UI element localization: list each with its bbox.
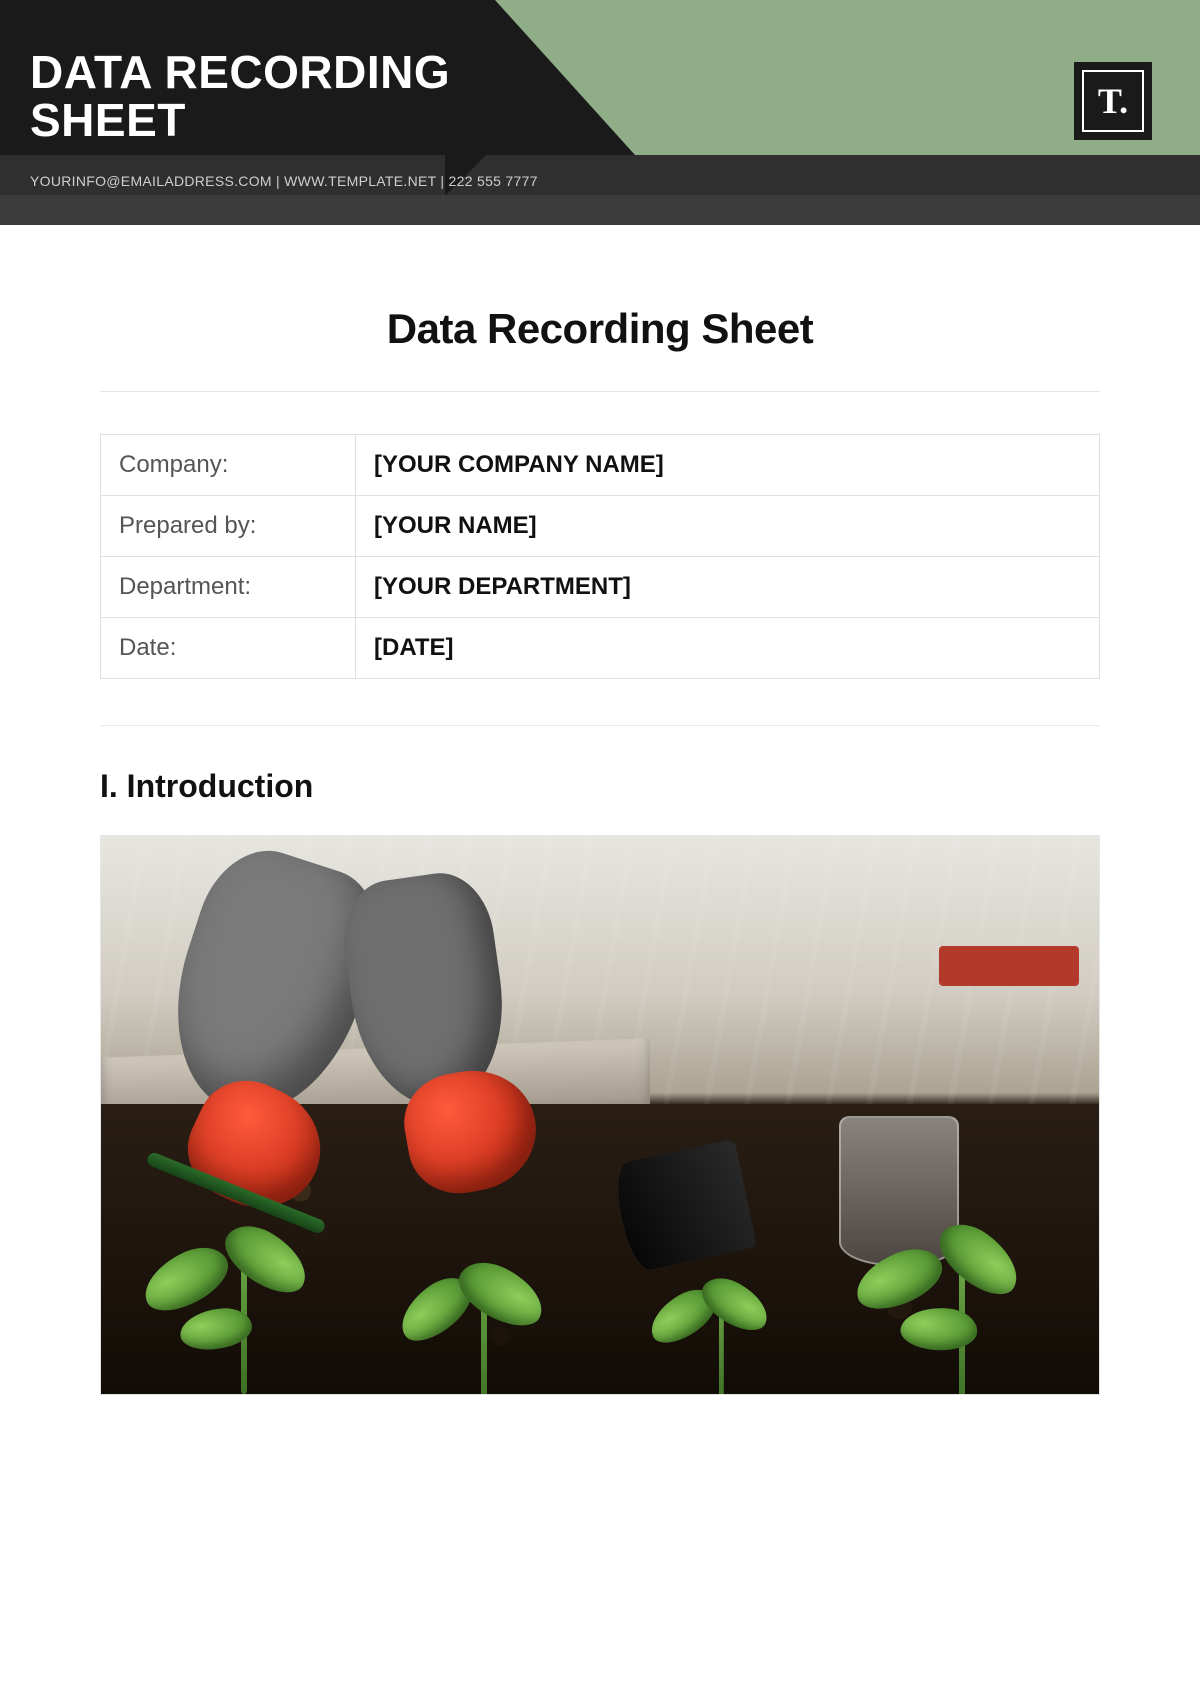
info-value: [YOUR COMPANY NAME] [356,435,1100,496]
brand-logo-text: T. [1082,70,1144,132]
info-label: Date: [101,618,356,679]
info-value: [YOUR DEPARTMENT] [356,557,1100,618]
info-label: Department: [101,557,356,618]
table-row: Prepared by: [YOUR NAME] [101,496,1100,557]
seedling-icon [401,1214,561,1395]
tray-icon [939,946,1079,986]
seedling-icon [879,1204,1039,1395]
banner-bottom-strip [0,195,1200,225]
info-value: [YOUR NAME] [356,496,1100,557]
divider [100,725,1100,726]
document-body: Data Recording Sheet Company: [YOUR COMP… [0,225,1200,1395]
table-row: Date: [DATE] [101,618,1100,679]
brand-logo: T. [1074,62,1152,140]
banner-title: DATA RECORDING SHEET [30,48,530,145]
table-row: Company: [YOUR COMPANY NAME] [101,435,1100,496]
section-heading-introduction: I. Introduction [100,768,1100,805]
banner-contact-line: YOURINFO@EMAILADDRESS.COM | WWW.TEMPLATE… [30,173,538,189]
header-banner: DATA RECORDING SHEET YOURINFO@EMAILADDRE… [0,0,1200,225]
introduction-image [100,835,1100,1395]
divider [100,391,1100,392]
seedling-icon [655,1244,783,1395]
info-table: Company: [YOUR COMPANY NAME] Prepared by… [100,434,1100,679]
info-label: Company: [101,435,356,496]
document-title: Data Recording Sheet [100,305,1100,353]
info-label: Prepared by: [101,496,356,557]
seedling-icon [161,1194,321,1394]
info-value: [DATE] [356,618,1100,679]
table-row: Department: [YOUR DEPARTMENT] [101,557,1100,618]
